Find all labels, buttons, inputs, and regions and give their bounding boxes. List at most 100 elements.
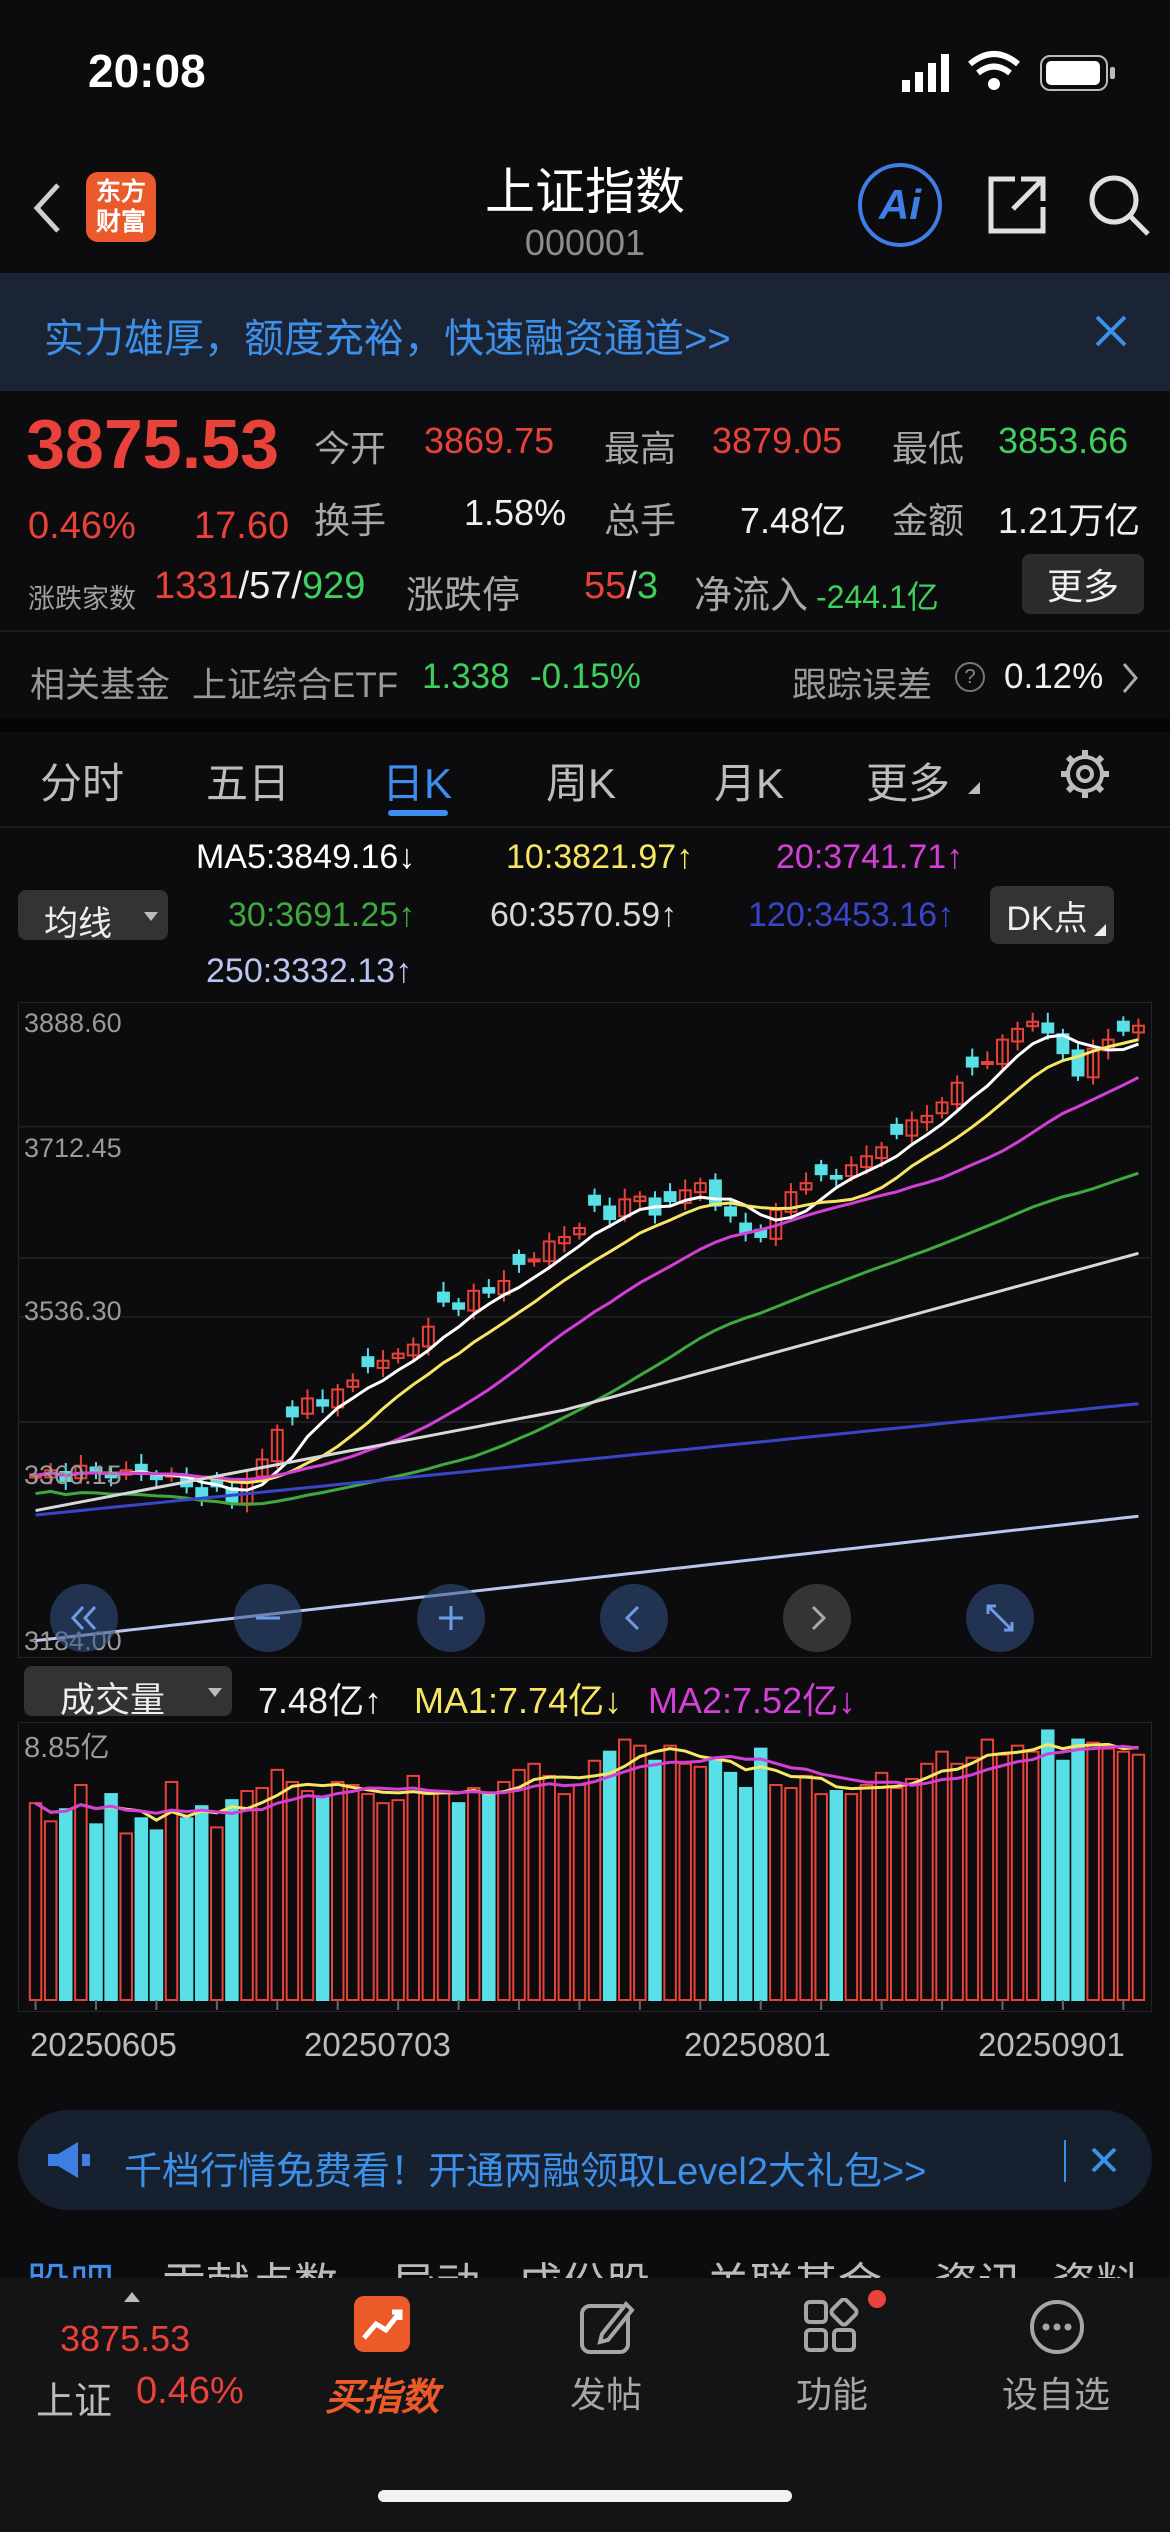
- status-time: 20:08: [88, 45, 206, 97]
- volume-bar: [1041, 1729, 1055, 2002]
- dropdown-arrow-icon: [208, 1688, 222, 1697]
- function-icon[interactable]: [802, 2297, 860, 2361]
- more-button[interactable]: 更多: [1022, 554, 1144, 614]
- nav-post[interactable]: 发帖: [516, 2366, 696, 2418]
- amount-value: 1.21万亿: [998, 500, 1141, 541]
- high-value: 3879.05: [712, 420, 843, 461]
- volume-value: 7.48亿↑: [258, 1680, 383, 1721]
- ma-selector[interactable]: 均线: [18, 890, 168, 943]
- limit-label: 涨跌停: [406, 575, 521, 617]
- tab-intraday[interactable]: 分时: [40, 750, 124, 811]
- volume-bar: [346, 1783, 360, 2001]
- candle: [829, 1174, 843, 1180]
- kline-chart[interactable]: [18, 1002, 1152, 1658]
- volume-bar: [889, 1787, 904, 2001]
- volume-chart[interactable]: [18, 1722, 1152, 2012]
- x-axis-label-1: 20250703: [304, 2026, 451, 2063]
- banner-close-button[interactable]: [1086, 306, 1136, 356]
- volume-selector-label: 成交量: [60, 1681, 166, 1720]
- ma60-line: [35, 1251, 1139, 1513]
- buy-index-icon[interactable]: [354, 2296, 410, 2352]
- volume-bar: [451, 1802, 466, 2001]
- volume-bar: [315, 1796, 330, 2001]
- post-icon[interactable]: [578, 2298, 636, 2361]
- track-label: 跟踪误差: [792, 666, 933, 705]
- ma120-value: 120:3453.16↑: [748, 896, 955, 934]
- volume-bar: [572, 1783, 587, 2001]
- volume-bar: [512, 1768, 526, 2002]
- close-icon: [1095, 315, 1127, 347]
- bottom-tab-contribution[interactable]: 贡献点数: [162, 2248, 338, 2278]
- scroll-right-button[interactable]: [783, 1584, 851, 1652]
- bottom-tab-components[interactable]: 成份股: [518, 2248, 650, 2278]
- volume-bar: [920, 1762, 934, 2001]
- ma120-line: [35, 1402, 1139, 1517]
- bottom-tab-movement[interactable]: 异动: [392, 2248, 480, 2278]
- volume-bar: [678, 1762, 692, 2001]
- zoom-out-button[interactable]: [234, 1584, 302, 1652]
- tab-weekly-k[interactable]: 周K: [546, 750, 616, 811]
- limit-values: 55/3: [584, 565, 658, 607]
- notification-dot: [868, 2290, 886, 2308]
- ma20-value: 20:3741.71↑: [776, 838, 964, 876]
- volume-bar: [89, 1823, 103, 2001]
- minus-icon: [256, 1616, 280, 1620]
- bottom-tab-funds[interactable]: 关联基金: [706, 2248, 882, 2278]
- breadth-values: 1331/57/929: [154, 565, 366, 607]
- nav-watchlist[interactable]: 设自选: [966, 2366, 1146, 2418]
- volume-bar: [300, 1790, 315, 2002]
- bottom-tab-news[interactable]: 资讯: [934, 2248, 1022, 2278]
- tab-more[interactable]: 更多: [866, 750, 950, 811]
- bottom-tab-info[interactable]: 资料: [1052, 2248, 1140, 2278]
- volume-bar: [557, 1793, 572, 2001]
- ma250-value: 250:3332.13↑: [206, 952, 413, 990]
- volume-selector[interactable]: 成交量: [24, 1666, 232, 1720]
- search-button[interactable]: [1084, 170, 1154, 240]
- chevron-right-icon[interactable]: [1120, 660, 1140, 701]
- volume-bar: [1071, 1738, 1085, 2002]
- volume-bar: [285, 1780, 300, 2002]
- nav-buy-index[interactable]: 买指数: [292, 2366, 472, 2421]
- candle: [285, 1406, 299, 1418]
- promo-banner-text[interactable]: 实力雄厚，额度充裕，快速融资通道>>: [44, 306, 731, 364]
- tab-daily-k[interactable]: 日K: [382, 750, 452, 811]
- scroll-left-fast-button[interactable]: [50, 1584, 118, 1652]
- fullscreen-button[interactable]: [966, 1584, 1034, 1652]
- zoom-in-button[interactable]: [417, 1584, 485, 1652]
- volume-bar: [738, 1787, 753, 2001]
- candle: [512, 1253, 526, 1265]
- add-watchlist-icon[interactable]: [1028, 2298, 1086, 2361]
- nav-index-pct[interactable]: 0.46%: [136, 2370, 244, 2413]
- volume-bar: [43, 1820, 58, 2002]
- nav-index-price[interactable]: 3875.53: [60, 2318, 190, 2360]
- volume-bar: [1116, 1750, 1131, 2002]
- nav-index-name[interactable]: 上证: [36, 2370, 112, 2425]
- fund-divider: [0, 630, 1170, 632]
- volume-bar: [648, 1759, 662, 2002]
- volume-bar: [1086, 1741, 1100, 2001]
- candle: [588, 1194, 601, 1206]
- promo-close-button[interactable]: [1082, 2138, 1126, 2182]
- scroll-left-button[interactable]: [600, 1584, 668, 1652]
- dropdown-corner-icon: [968, 782, 980, 794]
- ai-button[interactable]: Ai: [858, 163, 942, 247]
- megaphone-icon: [46, 2140, 94, 2185]
- share-button[interactable]: [982, 170, 1052, 240]
- settings-button[interactable]: [1058, 747, 1112, 806]
- tab-five-day[interactable]: 五日: [206, 750, 290, 811]
- volume-bar: [829, 1790, 844, 2002]
- candle: [708, 1179, 722, 1207]
- candle: [195, 1487, 209, 1499]
- promo-text[interactable]: 千档行情免费看！开通两融领取Level2大礼包>>: [124, 2140, 926, 2195]
- share-icon: [988, 176, 1046, 234]
- volume-bar: [754, 1747, 768, 2002]
- nav-function[interactable]: 功能: [742, 2366, 922, 2418]
- bottom-tab-guba[interactable]: 股吧: [26, 2248, 114, 2278]
- help-icon[interactable]: ?: [955, 662, 985, 692]
- volume-bar: [663, 1744, 677, 2001]
- volume-bar: [1131, 1753, 1146, 2001]
- tab-monthly-k[interactable]: 月K: [714, 750, 784, 811]
- double-chevron-left-icon: [70, 1605, 97, 1631]
- fund-name[interactable]: 上证综合ETF: [192, 657, 398, 708]
- dk-point-button[interactable]: DK点: [990, 886, 1114, 944]
